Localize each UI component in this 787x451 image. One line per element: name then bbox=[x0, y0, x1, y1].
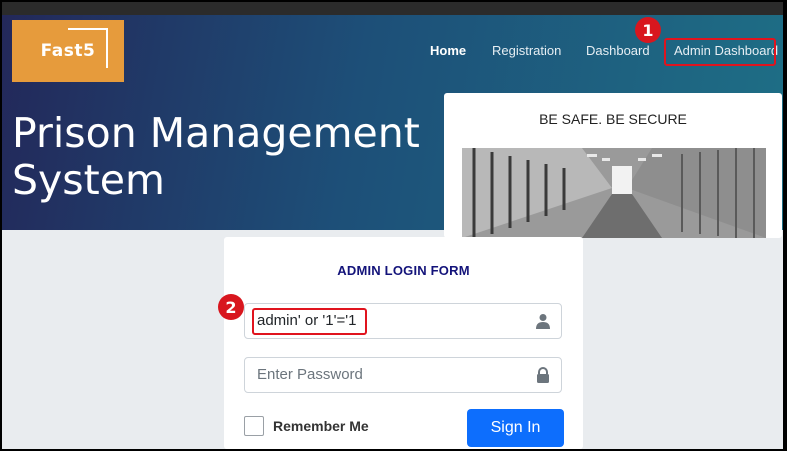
browser-viewport: Fast5 Home Registration Dashboard Admin … bbox=[2, 2, 783, 449]
nav-dashboard[interactable]: Dashboard bbox=[586, 40, 650, 62]
highlight-admin-dashboard bbox=[664, 38, 776, 66]
login-form-title: ADMIN LOGIN FORM bbox=[337, 263, 470, 278]
highlight-username-value bbox=[252, 308, 367, 335]
promo-card-title: BE SAFE. BE SECURE bbox=[539, 111, 687, 127]
remember-me-label: Remember Me bbox=[273, 418, 369, 434]
sign-in-button[interactable]: Sign In bbox=[467, 409, 564, 447]
promo-card: BE SAFE. BE SECURE bbox=[444, 93, 782, 238]
password-field[interactable]: Enter Password bbox=[244, 357, 562, 393]
step-badge-1: 1 bbox=[635, 17, 661, 43]
nav-home[interactable]: Home bbox=[430, 40, 466, 62]
lock-icon bbox=[537, 367, 549, 383]
remember-me-checkbox[interactable] bbox=[244, 416, 264, 436]
page-title: Prison Management System bbox=[12, 110, 420, 204]
nav-registration[interactable]: Registration bbox=[492, 40, 561, 62]
title-line-2: System bbox=[12, 156, 165, 204]
user-icon bbox=[536, 314, 550, 329]
step-badge-2: 2 bbox=[218, 294, 244, 320]
password-placeholder: Enter Password bbox=[257, 366, 363, 383]
remember-me[interactable]: Remember Me bbox=[244, 415, 369, 437]
top-strip bbox=[2, 2, 783, 15]
prison-corridor-image bbox=[462, 148, 766, 238]
corridor-illustration bbox=[462, 148, 766, 238]
admin-login-card: ADMIN LOGIN FORM admin' or '1'='1 Enter … bbox=[224, 237, 583, 449]
title-line-1: Prison Management bbox=[12, 109, 420, 157]
